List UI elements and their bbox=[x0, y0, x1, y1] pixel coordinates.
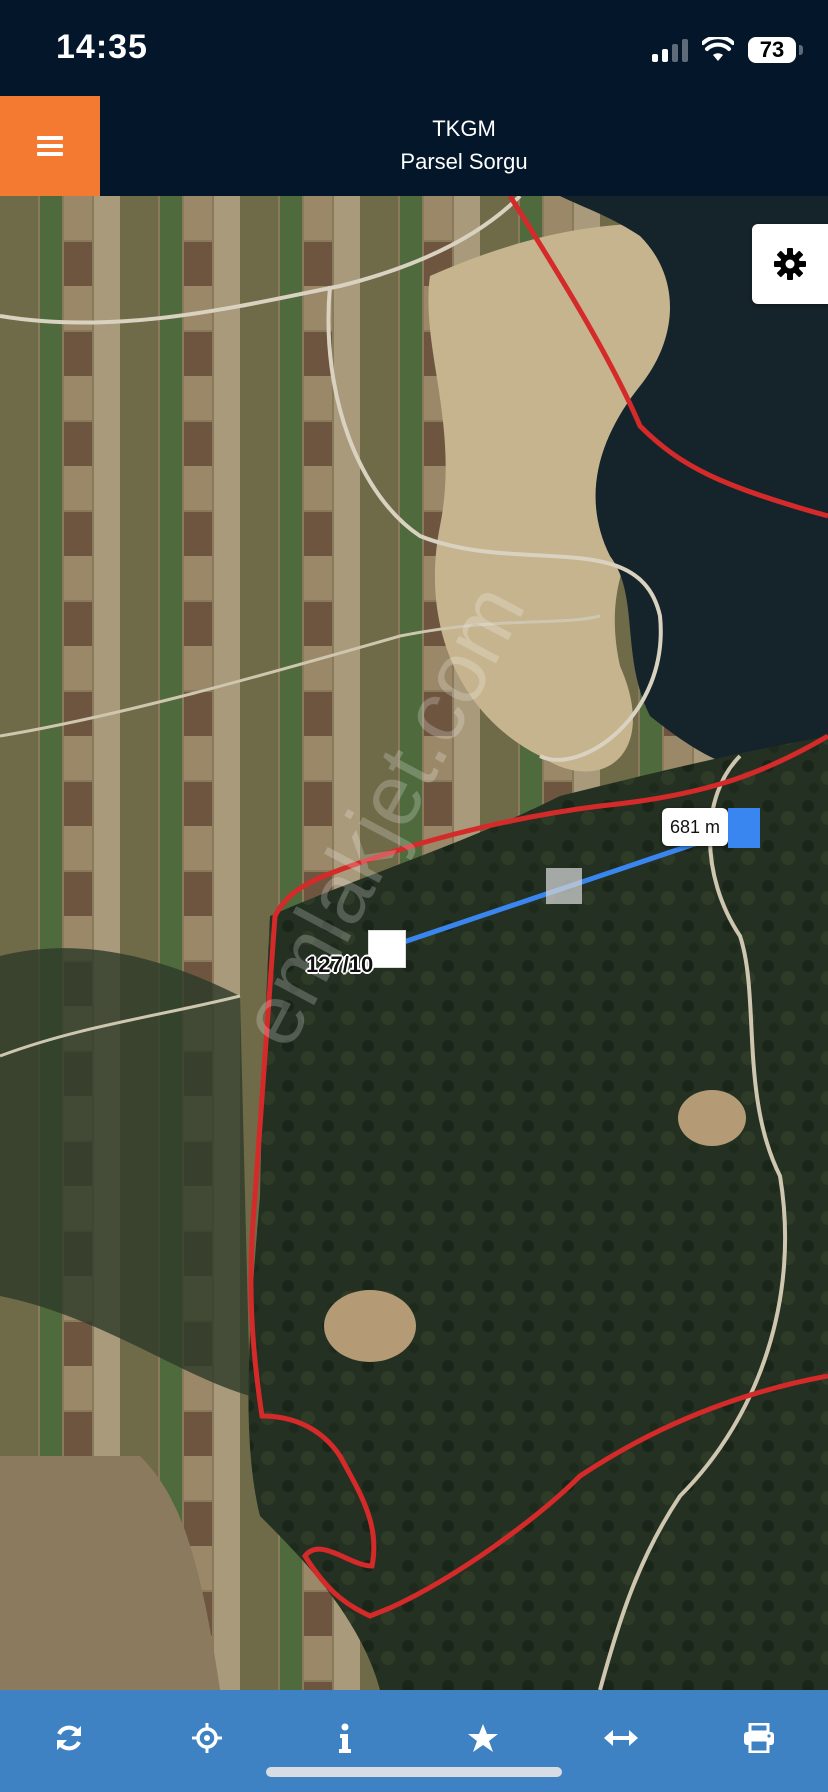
header-text: TKGM Parsel Sorgu bbox=[100, 96, 828, 196]
satellite-map[interactable]: emlakjet.com 681 m 127/10 bbox=[0, 196, 828, 1690]
locate-icon bbox=[192, 1723, 222, 1753]
app-title: TKGM bbox=[432, 116, 496, 141]
hamburger-icon bbox=[37, 136, 63, 156]
wifi-icon bbox=[702, 37, 734, 61]
map-imagery bbox=[0, 196, 828, 1690]
status-icons: 73 bbox=[652, 30, 803, 70]
gear-icon bbox=[774, 248, 806, 280]
info-icon bbox=[339, 1723, 351, 1753]
app-subtitle: Parsel Sorgu bbox=[400, 149, 528, 174]
info-button[interactable] bbox=[313, 1716, 377, 1760]
cellular-signal-icon bbox=[652, 38, 688, 62]
print-icon bbox=[744, 1723, 774, 1753]
distance-label: 681 m bbox=[662, 808, 728, 846]
measure-end-marker[interactable] bbox=[728, 808, 760, 848]
settings-button[interactable] bbox=[752, 224, 828, 304]
parcel-marker[interactable] bbox=[368, 930, 406, 968]
favorite-button[interactable] bbox=[451, 1716, 515, 1760]
status-bar: 14:35 73 bbox=[0, 0, 828, 96]
home-indicator[interactable] bbox=[266, 1767, 562, 1777]
menu-button[interactable] bbox=[0, 96, 100, 196]
refresh-icon bbox=[57, 1725, 81, 1751]
app-header: TKGM Parsel Sorgu bbox=[0, 96, 828, 196]
locate-button[interactable] bbox=[175, 1716, 239, 1760]
battery-icon: 73 bbox=[748, 37, 803, 63]
refresh-button[interactable] bbox=[37, 1716, 101, 1760]
print-button[interactable] bbox=[727, 1716, 791, 1760]
status-time: 14:35 bbox=[56, 28, 148, 66]
measure-mid-marker[interactable] bbox=[546, 868, 582, 904]
parcel-label: 127/10 bbox=[306, 952, 374, 977]
arrows-horizontal-icon bbox=[604, 1730, 638, 1746]
measure-button[interactable] bbox=[589, 1716, 653, 1760]
star-icon bbox=[468, 1724, 498, 1752]
